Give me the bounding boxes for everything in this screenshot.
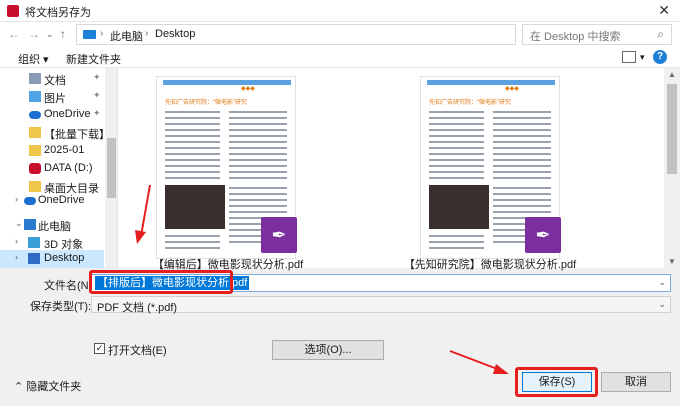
chevron-right-icon[interactable]: › — [15, 252, 18, 262]
thumbnail-header — [163, 80, 291, 85]
cancel-button[interactable]: 取消 — [601, 372, 671, 392]
folder-icon — [29, 145, 41, 156]
open-document-checkbox[interactable]: ✓ — [94, 343, 105, 354]
pdf-thumbnail: ◆◆◆ 先知广告研究院：“微电影”研究 ✒ — [156, 76, 297, 259]
hide-folders-label: 隐藏文件夹 — [26, 381, 82, 393]
file-list-scroll-thumb[interactable] — [667, 84, 677, 174]
organize-button[interactable]: 组织 ▾ — [18, 51, 49, 67]
folder-icon — [29, 181, 41, 192]
save-type-label: 保存类型(T): — [30, 301, 92, 313]
sidebar-item-onedrive[interactable]: › OneDrive — [0, 192, 104, 210]
chevron-right-icon: › — [100, 28, 104, 39]
sidebar-item-label: 图片 — [44, 93, 66, 105]
onedrive-icon — [29, 111, 41, 119]
file-list: ◆◆◆ 先知广告研究院：“微电影”研究 ✒ 【编辑后】微电影现状分析.pdf ◆… — [118, 68, 664, 271]
thumbnail-logo: ◆◆◆ — [505, 86, 519, 92]
file-name: 【先知研究院】微电影现状分析.pdf — [403, 259, 577, 271]
drive-icon — [29, 163, 41, 174]
window-title: 将文档另存为 — [25, 7, 91, 19]
chevron-right-icon[interactable]: › — [15, 236, 18, 246]
sidebar-item-desktop[interactable]: › Desktop — [0, 250, 104, 268]
documents-icon — [29, 73, 41, 84]
computer-icon — [83, 30, 96, 39]
address-bar: ← → ⌄ ↑ › 此电脑 › Desktop ⌄ ↻ 在 Desktop 中搜… — [0, 22, 680, 48]
sidebar-item-2025-01[interactable]: 2025-01 — [0, 142, 104, 160]
save-type-select[interactable]: PDF 文档 (*.pdf) ⌄ — [91, 296, 671, 314]
back-arrow-icon[interactable]: ← — [8, 27, 20, 41]
hide-folders-toggle[interactable]: ⌃ 隐藏文件夹 — [14, 378, 81, 394]
chevron-right-icon: › — [145, 28, 149, 39]
view-chevron-icon[interactable]: ▾ — [640, 52, 645, 63]
file-item[interactable]: ◆◆◆ 先知广告研究院：“微电影”研究 — [390, 68, 590, 271]
filename-label: 文件名(N): — [44, 280, 96, 292]
recent-chevron-icon[interactable]: ⌄ — [46, 29, 54, 40]
scroll-down-arrow-icon[interactable]: ▼ — [668, 257, 676, 266]
sidebar-item-label: 此电脑 — [38, 221, 71, 233]
chevron-down-icon[interactable]: ⌄ — [658, 299, 666, 310]
breadcrumb-desktop[interactable]: Desktop — [155, 28, 195, 40]
chevron-down-icon[interactable]: ⌄ — [658, 277, 666, 288]
navigation-pane: 文档 ✦ 图片 ✦ OneDrive ✦ 【批量下载】10 2025-01 DA… — [0, 68, 118, 268]
sidebar-item-label: OneDrive — [44, 108, 91, 120]
command-bar: 组织 ▾ 新建文件夹 ▾ ? — [0, 48, 680, 68]
thumbnail-image — [429, 185, 489, 229]
3d-objects-icon — [28, 237, 40, 248]
desktop-icon — [28, 253, 40, 264]
sidebar-item-onedrive-quick[interactable]: OneDrive ✦ — [0, 106, 104, 124]
sidebar-item-this-pc[interactable]: ⌄ 此电脑 — [0, 216, 104, 234]
pictures-icon — [29, 91, 41, 102]
pin-icon: ✦ — [93, 72, 101, 82]
options-button[interactable]: 选项(O)... — [272, 340, 384, 360]
pin-icon: ✦ — [93, 90, 101, 100]
filename-highlight-box — [89, 270, 233, 294]
thumbnail-image — [165, 185, 225, 229]
computer-icon — [24, 219, 36, 230]
sidebar-item-label: DATA (D:) — [44, 162, 93, 174]
scroll-up-arrow-icon[interactable]: ▲ — [668, 70, 676, 79]
address-path[interactable]: › 此电脑 › Desktop ⌄ ↻ — [76, 24, 590, 45]
chevron-right-icon[interactable]: › — [15, 194, 18, 204]
sidebar-item-label: 文档 — [44, 75, 66, 87]
sidebar-item-pictures[interactable]: 图片 ✦ — [0, 88, 104, 106]
sidebar-scroll-thumb[interactable] — [107, 138, 116, 198]
pdf-file-icon: ✒ — [261, 217, 297, 253]
up-arrow-icon[interactable]: ↑ — [60, 27, 66, 41]
pdf-file-icon: ✒ — [525, 217, 561, 253]
pin-icon: ✦ — [93, 108, 101, 118]
chevron-down-icon[interactable]: ⌄ — [15, 218, 23, 229]
title-bar: 将文档另存为 ✕ — [0, 0, 680, 22]
open-document-label[interactable]: 打开文档(E) — [108, 342, 167, 358]
thumbnail-logo: ◆◆◆ — [241, 86, 255, 92]
thumbnail-header — [427, 80, 555, 85]
new-folder-button[interactable]: 新建文件夹 — [66, 51, 121, 67]
sidebar-item-label: 2025-01 — [44, 144, 85, 156]
chevron-up-icon: ⌃ — [14, 381, 24, 393]
thumbnail-title: 先知广告研究院：“微电影”研究 — [165, 100, 247, 106]
folder-icon — [29, 127, 41, 138]
search-icon: ⌕ — [657, 27, 664, 41]
onedrive-icon — [24, 197, 36, 205]
thumbnail-title: 先知广告研究院：“微电影”研究 — [429, 100, 511, 106]
save-button-highlight-box — [515, 367, 598, 397]
file-item[interactable]: ◆◆◆ 先知广告研究院：“微电影”研究 — [128, 68, 328, 271]
save-type-value: PDF 文档 (*.pdf) — [97, 302, 178, 314]
pdf-thumbnail: ◆◆◆ 先知广告研究院：“微电影”研究 ✒ — [420, 76, 561, 259]
search-placeholder: 在 Desktop 中搜索 — [530, 31, 621, 43]
sidebar-item-batch-download[interactable]: 【批量下载】10 — [0, 124, 117, 142]
arrow-to-save-icon — [449, 350, 509, 374]
sidebar-item-data-drive[interactable]: DATA (D:) — [0, 160, 104, 178]
sidebar-item-documents[interactable]: 文档 ✦ — [0, 70, 104, 88]
search-input[interactable]: 在 Desktop 中搜索 ⌕ — [522, 24, 672, 45]
view-options-icon[interactable] — [622, 51, 636, 63]
close-icon[interactable]: ✕ — [658, 2, 670, 19]
sidebar-item-label: OneDrive — [38, 194, 85, 206]
app-icon — [7, 5, 19, 17]
breadcrumb-this-pc[interactable]: 此电脑 — [110, 28, 143, 44]
forward-arrow-icon[interactable]: → — [28, 27, 40, 41]
help-icon[interactable]: ? — [653, 50, 667, 64]
sidebar-item-label: Desktop — [44, 252, 85, 264]
